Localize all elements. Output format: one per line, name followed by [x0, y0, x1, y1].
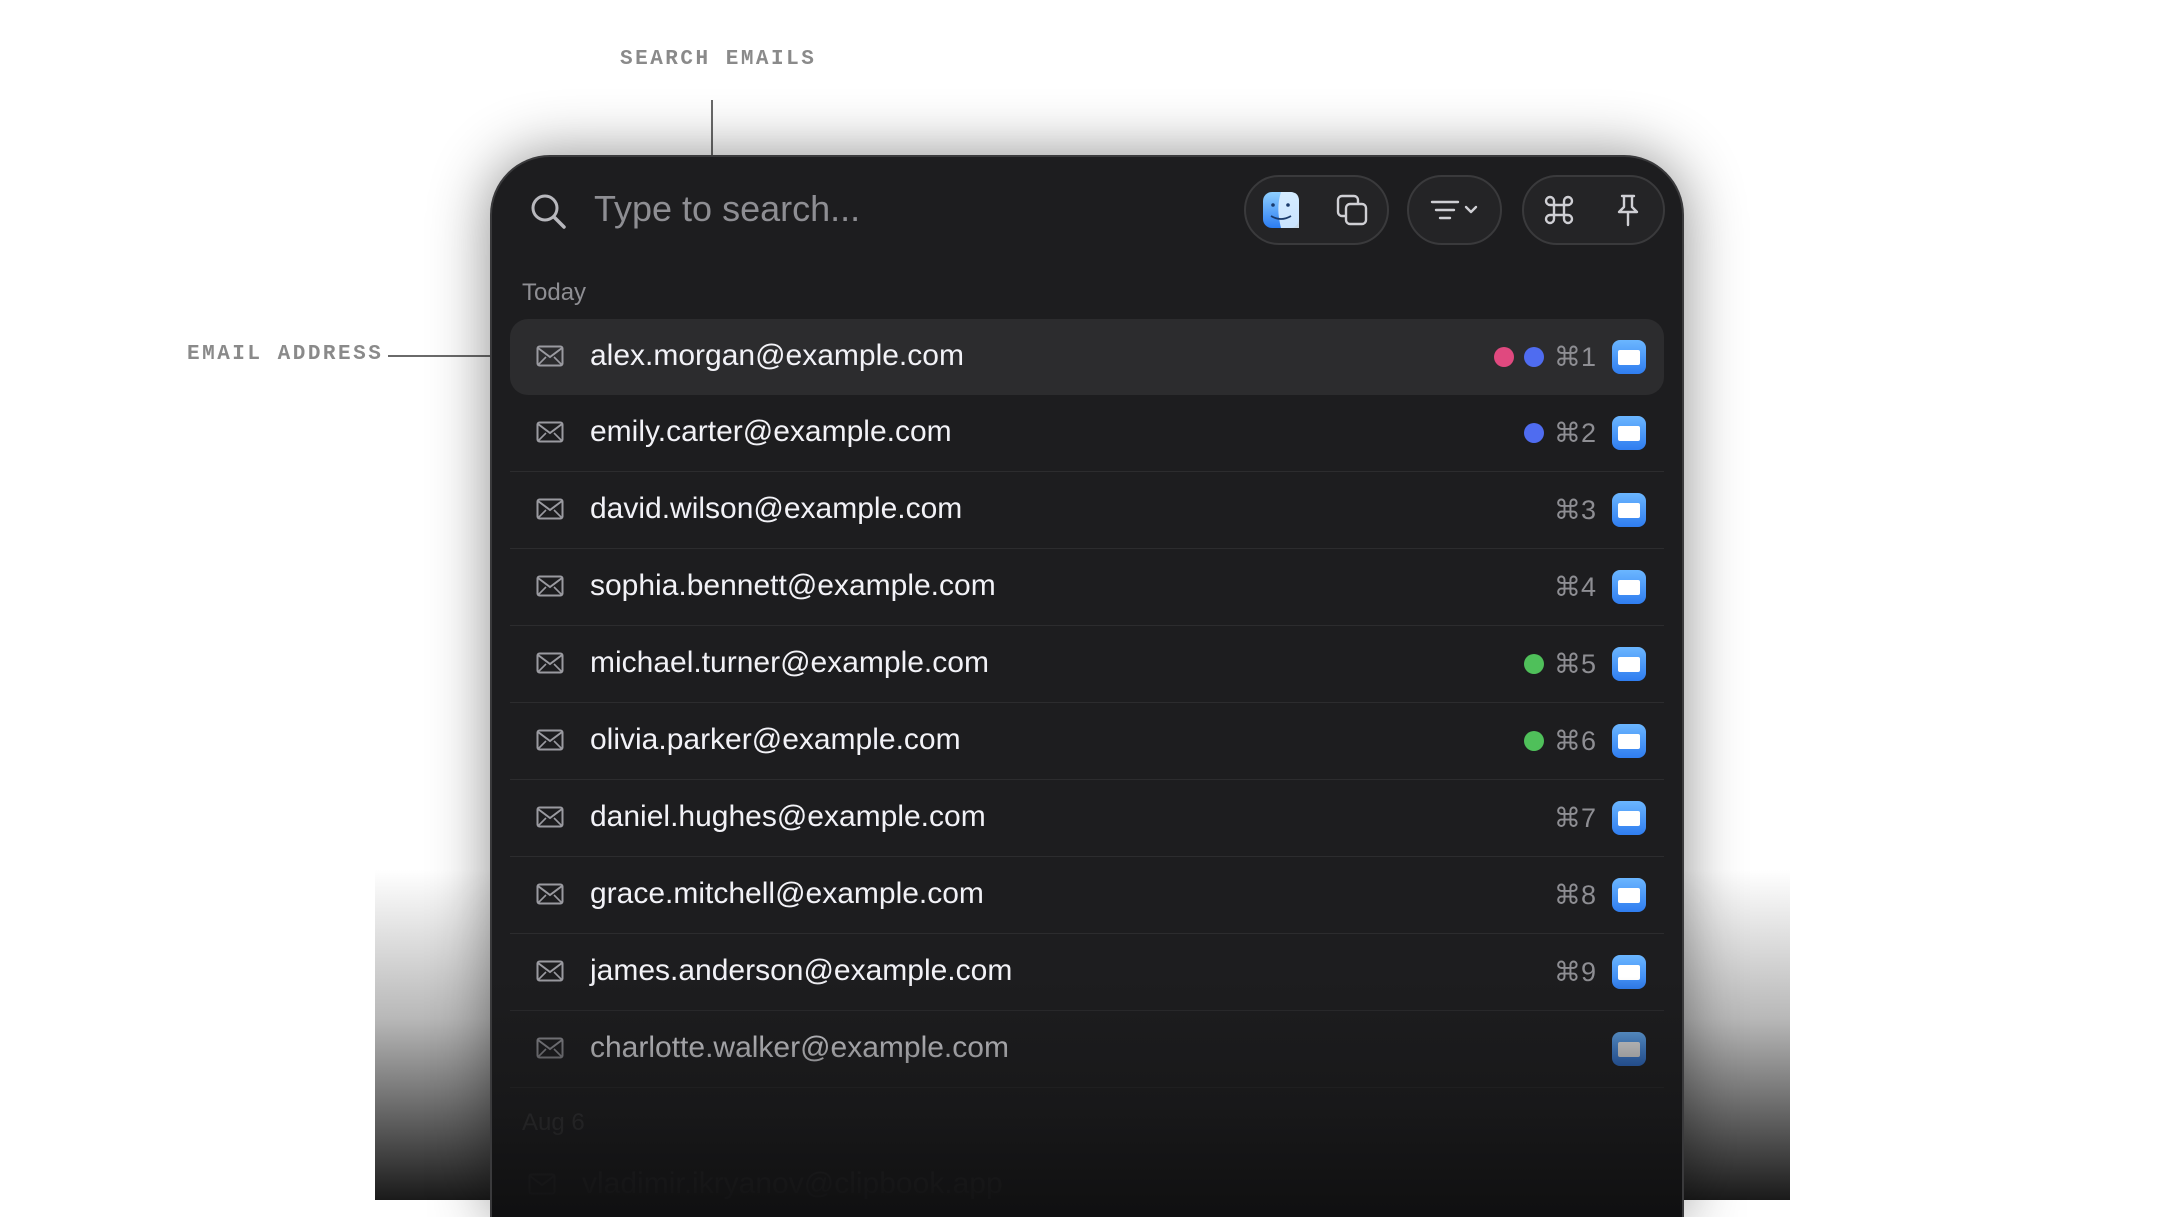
list-item[interactable]: james.anderson@example.com ⌘9: [510, 934, 1664, 1011]
mail-app-icon: [1612, 801, 1646, 835]
list-item[interactable]: grace.mitchell@example.com ⌘8: [510, 857, 1664, 934]
email-address: david.wilson@example.com: [590, 492, 963, 525]
mail-app-icon: [1612, 416, 1646, 450]
envelope-icon: [536, 652, 564, 674]
tag-dot-blue: [1524, 347, 1544, 367]
list-item-partial[interactable]: vladimir.ikryanov@clipbook.app: [528, 1167, 1003, 1201]
envelope-icon: [536, 806, 564, 828]
section-label-aug: Aug 6: [522, 1109, 585, 1136]
row-meta: ⌘9: [1554, 934, 1646, 1010]
callout-email-address: EMAIL ADDRESS: [187, 343, 384, 366]
clipboard-window: Today alex.morgan@example.com ⌘1 emily.car…: [490, 155, 1684, 1217]
list-item[interactable]: olivia.parker@example.com ⌘6: [510, 703, 1664, 780]
envelope-icon: [528, 1173, 556, 1195]
finder-icon: [1263, 192, 1300, 228]
tag-dot-blue: [1524, 423, 1544, 443]
section-label-today: Today: [522, 279, 587, 306]
chevron-down-icon: [1464, 205, 1477, 214]
shortcut-label: ⌘8: [1554, 879, 1597, 910]
tag-dot-pink: [1494, 347, 1514, 367]
copy-icon: [1336, 194, 1367, 226]
callout-search-emails: SEARCH EMAILS: [620, 48, 817, 71]
email-address: grace.mitchell@example.com: [590, 877, 984, 910]
list-item[interactable]: daniel.hughes@example.com ⌘7: [510, 780, 1664, 857]
command-button[interactable]: [1533, 184, 1585, 236]
shortcut-label: ⌘1: [1554, 341, 1597, 372]
email-address: emily.carter@example.com: [590, 415, 952, 448]
email-address: sophia.bennett@example.com: [590, 569, 996, 602]
action-group: [1522, 175, 1665, 245]
mail-app-icon: [1612, 878, 1646, 912]
row-meta: ⌘7: [1554, 780, 1646, 856]
search-input[interactable]: [592, 183, 1096, 235]
email-address: charlotte.walker@example.com: [590, 1031, 1009, 1064]
row-meta: ⌘6: [1524, 703, 1646, 779]
email-address: michael.turner@example.com: [590, 646, 989, 679]
list-item[interactable]: emily.carter@example.com ⌘2: [510, 395, 1664, 472]
mail-app-icon: [1612, 340, 1646, 374]
filter-dropdown[interactable]: [1407, 175, 1502, 245]
envelope-icon: [536, 960, 564, 982]
mail-app-icon: [1612, 647, 1646, 681]
row-meta: ⌘5: [1524, 626, 1646, 702]
copy-button[interactable]: [1326, 184, 1378, 236]
row-meta: ⌘8: [1554, 857, 1646, 933]
filter-icon: [1430, 200, 1477, 220]
mail-app-icon: [1612, 724, 1646, 758]
mail-app-icon: [1612, 493, 1646, 527]
envelope-icon: [536, 883, 564, 905]
email-address: alex.morgan@example.com: [590, 339, 964, 372]
row-meta: [1554, 1011, 1646, 1087]
row-meta: ⌘4: [1554, 549, 1646, 625]
email-address: olivia.parker@example.com: [590, 723, 961, 756]
list-item[interactable]: sophia.bennett@example.com ⌘4: [510, 549, 1664, 626]
tag-dot-green: [1524, 654, 1544, 674]
envelope-icon: [536, 421, 564, 443]
email-address: daniel.hughes@example.com: [590, 800, 986, 833]
envelope-icon: [536, 575, 564, 597]
tag-dot-green: [1524, 731, 1544, 751]
command-icon: [1544, 195, 1573, 225]
row-meta: ⌘3: [1554, 472, 1646, 548]
shortcut-label: ⌘9: [1554, 956, 1597, 987]
envelope-icon: [536, 498, 564, 520]
list-item[interactable]: michael.turner@example.com ⌘5: [510, 626, 1664, 703]
finder-button[interactable]: [1255, 184, 1307, 236]
shortcut-label: ⌘7: [1554, 802, 1597, 833]
shortcut-label: ⌘5: [1554, 648, 1597, 679]
envelope-icon: [536, 1037, 564, 1059]
search-icon: [531, 194, 566, 229]
search-bar: [492, 157, 1682, 257]
list-item-label: vladimir.ikryanov@clipbook.app: [582, 1167, 1003, 1200]
pin-icon: [1618, 194, 1639, 227]
email-list: alex.morgan@example.com ⌘1 emily.carter@ex…: [510, 319, 1664, 1088]
shortcut-label: ⌘4: [1554, 571, 1597, 602]
list-item[interactable]: alex.morgan@example.com ⌘1: [510, 319, 1664, 395]
mail-app-icon: [1612, 1032, 1646, 1066]
mail-app-icon: [1612, 570, 1646, 604]
row-meta: ⌘2: [1524, 395, 1646, 471]
shortcut-label: ⌘6: [1554, 725, 1597, 756]
envelope-icon: [536, 345, 564, 367]
email-address: james.anderson@example.com: [590, 954, 1013, 987]
envelope-icon: [536, 729, 564, 751]
pin-button[interactable]: [1602, 184, 1654, 236]
row-meta: ⌘1: [1494, 319, 1646, 395]
list-item[interactable]: david.wilson@example.com ⌘3: [510, 472, 1664, 549]
list-item[interactable]: charlotte.walker@example.com: [510, 1011, 1664, 1088]
mail-app-icon: [1612, 955, 1646, 989]
shortcut-label: ⌘2: [1554, 417, 1597, 448]
app-toggle-group: [1244, 175, 1389, 245]
shortcut-label: ⌘3: [1554, 494, 1597, 525]
